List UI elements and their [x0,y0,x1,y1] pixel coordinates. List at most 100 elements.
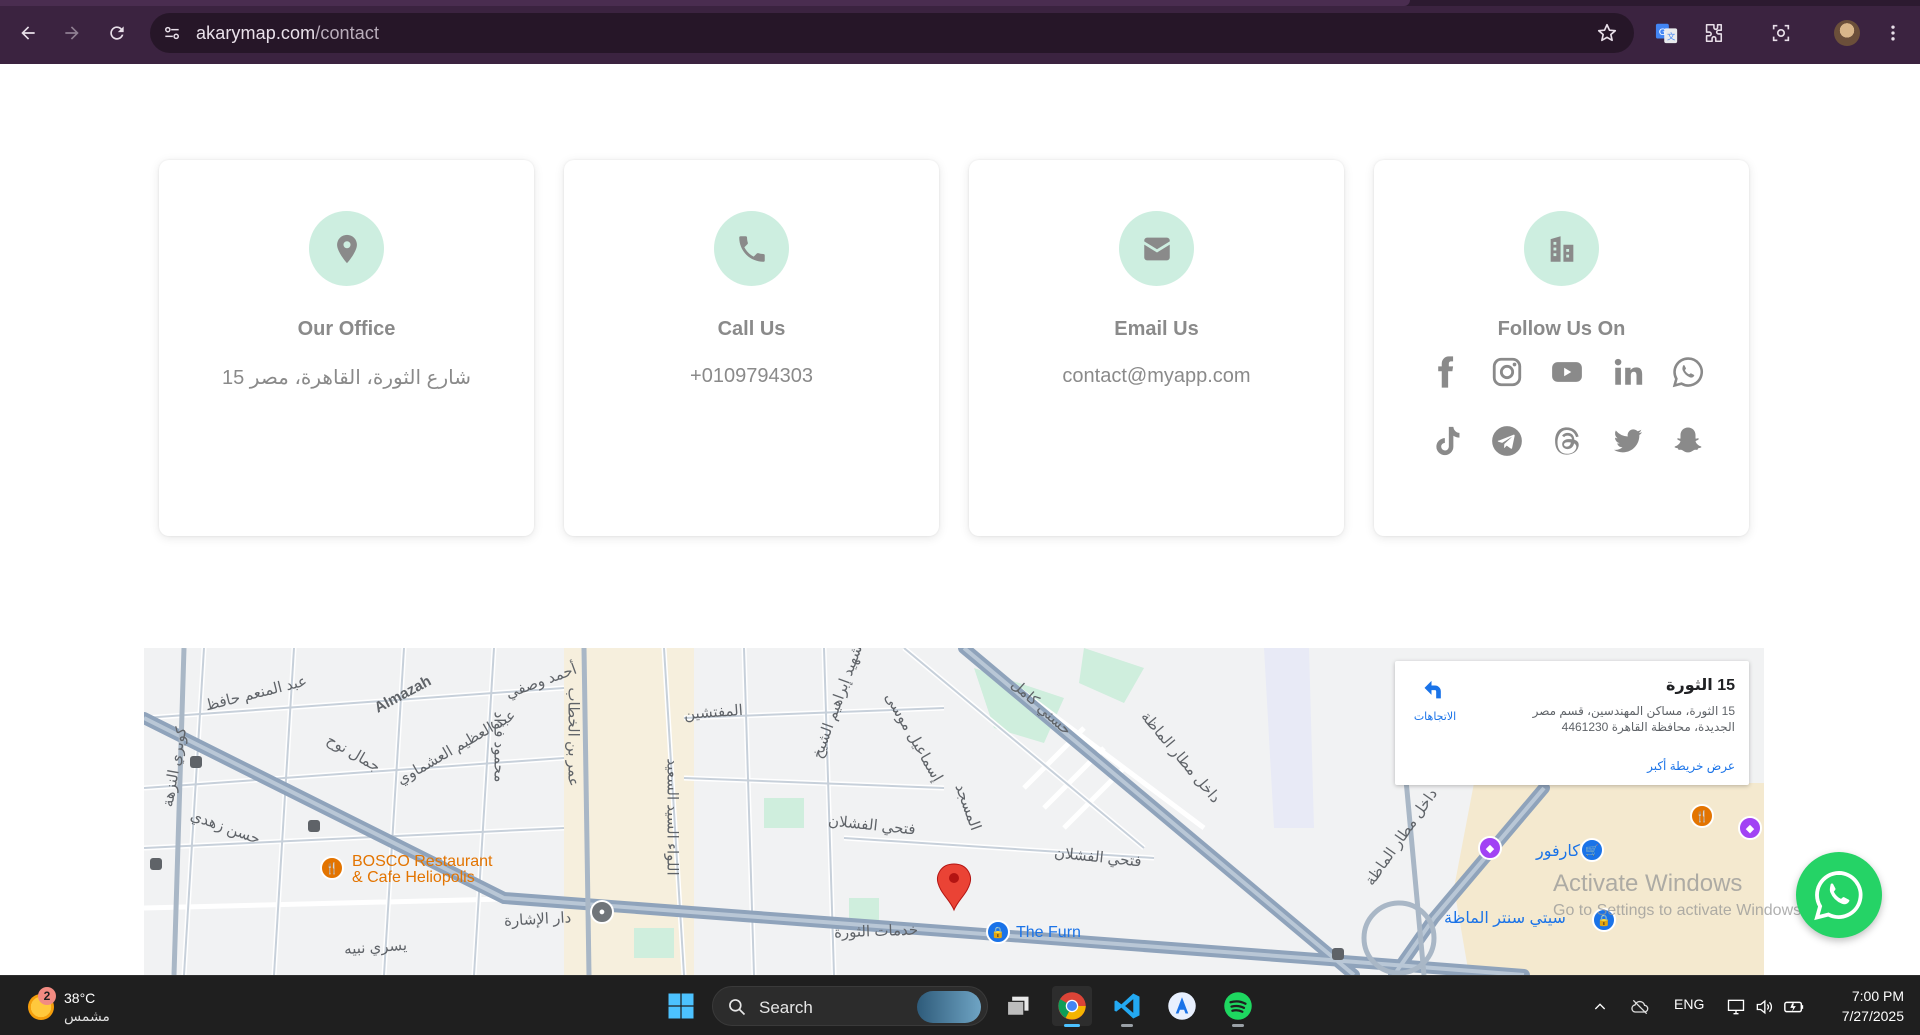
card-office: Our Office شارع الثورة، القاهرة، مصر 15 [159,160,534,536]
cart-pin-icon[interactable]: 🛒 [1580,838,1604,862]
landmark-pin-icon[interactable]: ● [590,900,614,924]
windows-start-icon [668,993,694,1019]
screenshot-icon[interactable] [1768,20,1794,46]
instagram-icon[interactable] [1488,353,1526,391]
follow-badge [1524,211,1599,286]
location-pin-icon [336,234,357,263]
info-title: 15 الثورة [1666,677,1735,694]
url-host: akarymap.com [196,23,316,43]
spotify-indicator [1232,1024,1244,1027]
activate-subtitle: Go to Settings to activate Windows. [1553,902,1806,919]
reload-icon [110,26,124,40]
taskbar-vscode[interactable] [1107,986,1147,1027]
battery-icon[interactable] [1782,995,1806,1019]
shopping-pin-icon[interactable]: 🔒 [986,920,1010,944]
extensions-icon[interactable] [1700,20,1726,46]
map-label-alliwa: اللواء السيد السعيد [663,758,681,876]
map-poi-city-center[interactable]: سيتي سنتر الماظة [1444,908,1566,928]
phone-icon [738,235,765,262]
back-icon [21,26,35,40]
linkedin-icon[interactable] [1609,353,1647,391]
back-button[interactable] [12,17,44,49]
twitter-icon[interactable] [1609,422,1647,460]
cloud-offline-icon[interactable] [1628,995,1652,1019]
follow-title: Follow Us On [1497,318,1626,340]
envelope-icon [1143,237,1170,260]
translate-icon[interactable]: G文 [1654,20,1680,46]
map-poi-the-furn[interactable]: The Furn [1016,924,1081,942]
browser-toolbar: akarymap.com/contact G文 [0,0,1920,64]
language-indicator[interactable]: ENG [1674,996,1704,1012]
card-email: Email Us contact@myapp.com [969,160,1344,536]
tiktok-icon[interactable] [1427,422,1465,460]
system-clock[interactable]: 7:00 PM 7/27/2025 [1818,986,1904,1026]
network-icon[interactable] [1724,995,1748,1019]
map-label-omar: عمر بن الخطاب [564,687,582,787]
embedded-map[interactable]: Almazah عبد المنعم حافظ أحمد وصفي عبد ال… [144,648,1764,975]
purple-pin-icon[interactable]: ◆ [1478,836,1502,860]
bosco-line2: & Cafe Heliopolis [352,869,475,886]
whatsapp-icon [1814,871,1863,921]
threads-icon[interactable] [1548,422,1586,460]
clock-time: 7:00 PM [1851,988,1904,1004]
forward-button[interactable] [56,17,88,49]
vscode-indicator [1121,1024,1133,1027]
windows-taskbar: 2 38°C مشمس Search ENG 7:00 PM 7/27/2025 [0,975,1920,1035]
bosco-line1: BOSCO Restaurant [352,853,493,870]
snapchat-icon[interactable] [1669,422,1707,460]
forward-icon [65,26,79,40]
call-badge [714,211,789,286]
profile-avatar[interactable] [1834,20,1860,46]
office-badge [309,211,384,286]
search-highlight-image [917,991,981,1023]
weather-badge: 2 [38,987,56,1005]
restaurant-pin-icon[interactable]: 🍴 [320,856,344,880]
taskbar-search[interactable]: Search [712,986,988,1026]
contact-cards: Our Office شارع الثورة، القاهرة، مصر 15 … [0,160,1920,536]
map-poi-carrefour[interactable]: كارفور [1536,841,1580,861]
social-row-2 [1427,422,1707,460]
menu-icon[interactable] [1880,20,1906,46]
food-pin-icon[interactable]: 🍴 [1690,804,1714,828]
site-info-icon[interactable] [160,21,184,45]
url-text[interactable]: akarymap.com/contact [196,23,379,44]
map-label-mahmoud-fouad: محمود فؤاد [490,711,508,783]
chrome-icon [1058,992,1086,1020]
address-bar[interactable]: akarymap.com/contact [150,13,1634,53]
office-address: شارع الثورة، القاهرة، مصر 15 [222,367,471,389]
taskbar-chrome[interactable] [1052,986,1092,1027]
map-info-card: 15 الثورة 15 الثورة، مساكن المهندسين، قس… [1395,661,1749,785]
star-icon[interactable] [1596,22,1618,44]
search-icon [729,999,746,1016]
tray-overflow-chevron-icon[interactable] [1588,995,1612,1019]
directions-label: الاتجاهات [1413,711,1457,723]
taskbar-app-a[interactable] [1162,986,1202,1026]
activate-title: Activate Windows [1553,870,1743,897]
telegram-icon[interactable] [1488,422,1526,460]
volume-icon[interactable] [1752,995,1776,1019]
call-number[interactable]: +0109794303 [564,365,939,388]
info-address: 15 الثورة، مساكن المهندسين، قسم مصر الجد… [1532,704,1735,734]
taskbar-spotify[interactable] [1218,986,1258,1027]
directions-button[interactable]: الاتجاهات [1409,675,1461,723]
weather-temp: 38°C [64,990,96,1006]
larger-map-link[interactable]: عرض خريطة أكبر [1647,759,1735,773]
spotify-icon [1224,992,1252,1020]
activate-windows-watermark: Activate Windows Go to Settings to activ… [1553,870,1806,920]
social-row-1 [1427,353,1707,391]
building-icon [1550,235,1573,262]
weather-condition: مشمس [64,1008,110,1024]
reload-button[interactable] [101,17,133,49]
task-view-button[interactable] [998,986,1038,1026]
whatsapp-chat-button[interactable] [1796,852,1882,938]
start-button[interactable] [661,986,701,1026]
weather-widget[interactable]: 2 38°C مشمس [24,986,144,1026]
search-label: Search [759,998,813,1017]
youtube-icon[interactable] [1548,353,1586,391]
whatsapp-icon[interactable] [1669,353,1707,391]
facebook-icon[interactable] [1427,353,1465,391]
purple-pin-2-icon[interactable]: ◆ [1738,816,1762,840]
map-poi-bosco[interactable]: BOSCO Restaurant & Cafe Heliopolis [352,854,493,886]
email-title: Email Us [1114,318,1199,340]
email-address[interactable]: contact@myapp.com [969,365,1344,388]
